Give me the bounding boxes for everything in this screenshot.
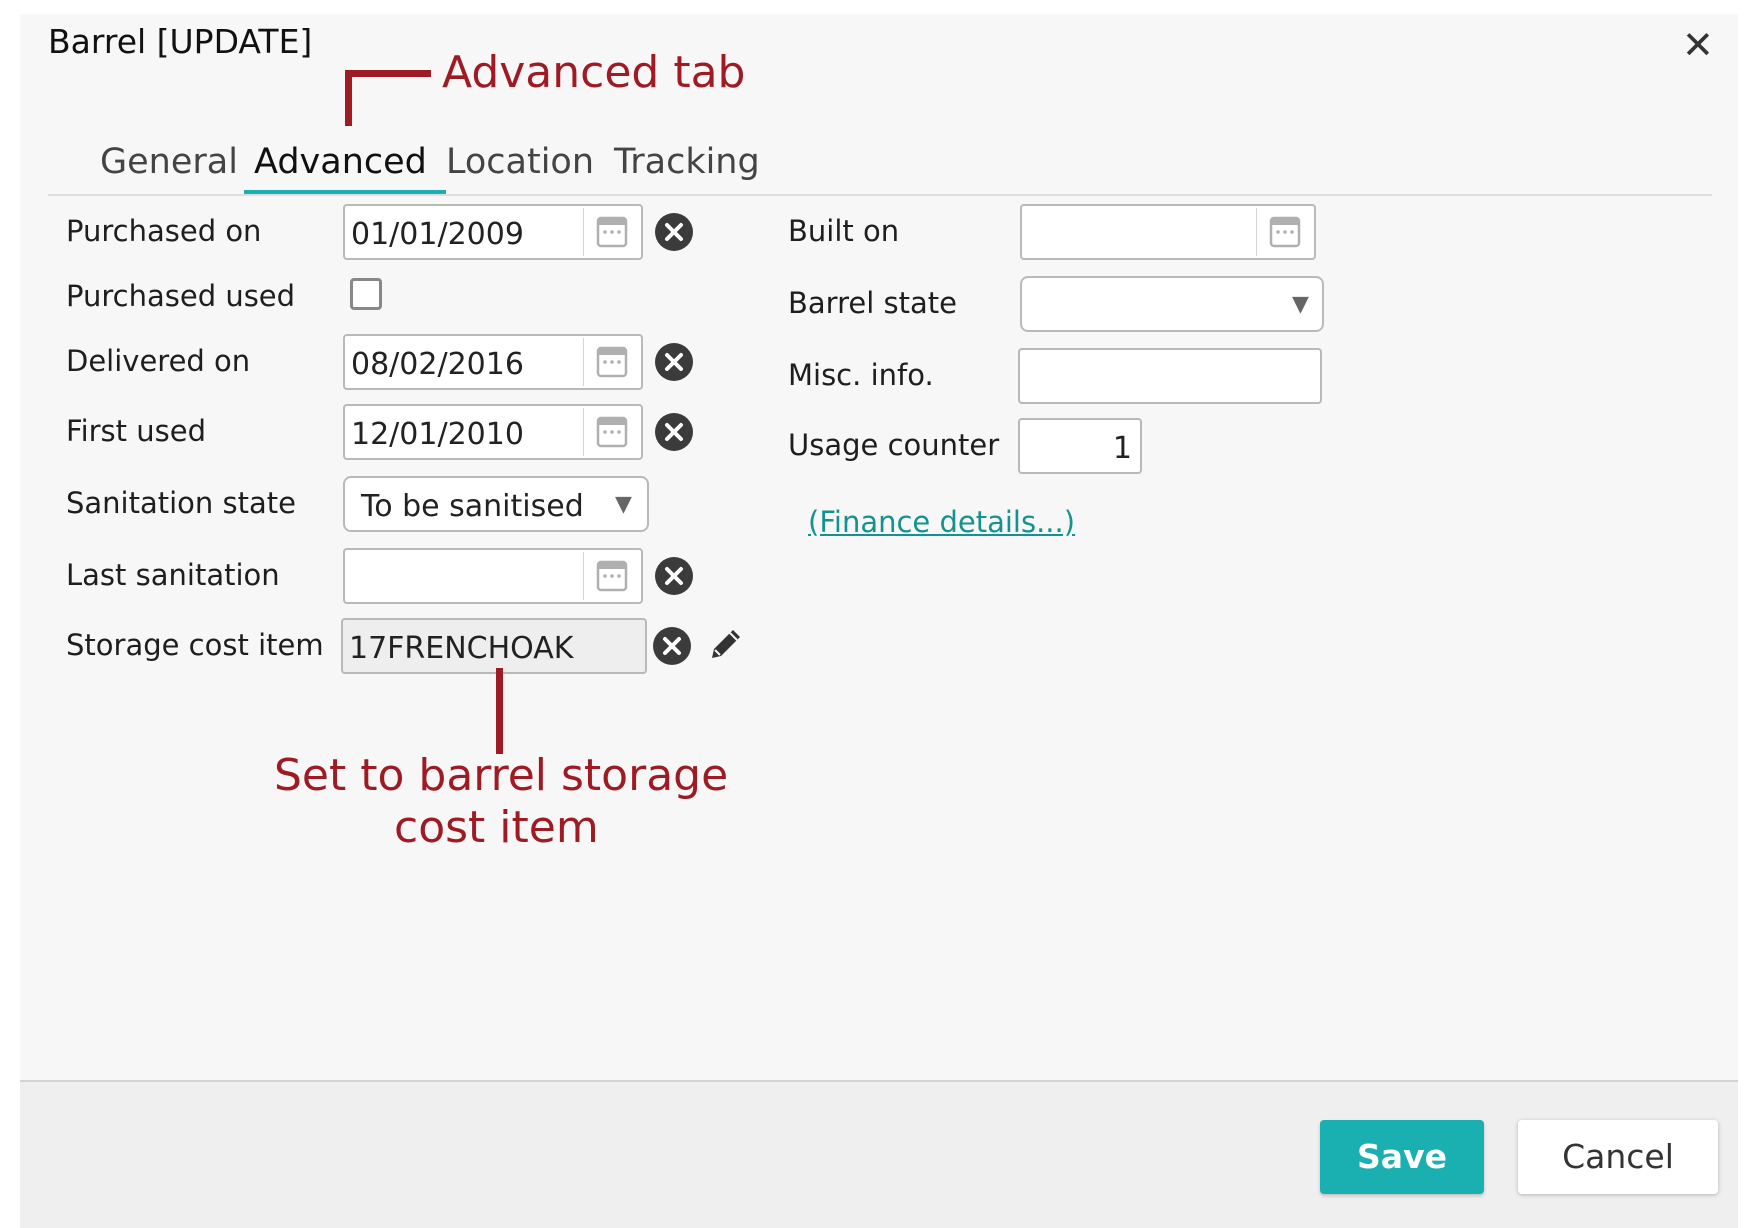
sanitation-state-label: Sanitation state	[66, 486, 296, 520]
storage-cost-item-field: 17FRENCHOAK	[341, 618, 647, 674]
calendar-icon[interactable]	[583, 552, 640, 600]
usage-counter-label: Usage counter	[788, 428, 1000, 462]
sanitation-state-select[interactable]: To be sanitised ▼	[343, 476, 649, 532]
usage-counter-value: 1	[1112, 431, 1132, 466]
save-button[interactable]: Save	[1320, 1120, 1484, 1194]
barrel-update-dialog: Barrel [UPDATE] ✕ General Advanced Locat…	[20, 14, 1738, 1228]
calendar-icon[interactable]	[583, 208, 640, 256]
purchased-used-label: Purchased used	[66, 279, 296, 313]
purchased-on-value: 01/01/2009	[351, 217, 524, 252]
usage-counter-field[interactable]: 1	[1018, 418, 1142, 474]
pencil-icon[interactable]	[706, 624, 746, 664]
tab-advanced[interactable]: Advanced	[254, 142, 427, 182]
built-on-field[interactable]	[1020, 204, 1316, 260]
delivered-on-value: 08/02/2016	[351, 347, 524, 382]
first-used-value: 12/01/2010	[351, 417, 524, 452]
first-used-field[interactable]: 12/01/2010	[343, 404, 643, 460]
tab-location[interactable]: Location	[446, 142, 594, 182]
cancel-button[interactable]: Cancel	[1518, 1120, 1718, 1194]
dropdown-arrow-icon: ▼	[1292, 292, 1309, 317]
barrel-state-select[interactable]: ▼	[1020, 276, 1324, 332]
first-used-label: First used	[66, 414, 206, 448]
finance-details-link[interactable]: (Finance details...)	[808, 505, 1075, 539]
clear-icon[interactable]	[654, 412, 694, 452]
annotation-storage-line1: Set to barrel storage	[274, 750, 729, 801]
misc-info-label: Misc. info.	[788, 358, 934, 392]
purchased-on-label: Purchased on	[66, 214, 262, 248]
annotation-advanced-tab: Advanced tab	[442, 47, 746, 98]
purchased-used-checkbox[interactable]	[350, 278, 382, 310]
misc-info-field[interactable]	[1018, 348, 1322, 404]
storage-cost-item-label: Storage cost item	[66, 628, 324, 662]
clear-icon[interactable]	[654, 212, 694, 252]
annotation-connector	[345, 70, 352, 126]
delivered-on-field[interactable]: 08/02/2016	[343, 334, 643, 390]
clear-icon[interactable]	[654, 342, 694, 382]
sanitation-state-value: To be sanitised	[361, 489, 584, 524]
active-tab-indicator	[244, 190, 446, 194]
annotation-connector	[345, 70, 431, 77]
purchased-on-field[interactable]: 01/01/2009	[343, 204, 643, 260]
calendar-icon[interactable]	[583, 338, 640, 386]
last-sanitation-label: Last sanitation	[66, 558, 280, 592]
tab-tracking[interactable]: Tracking	[614, 142, 760, 182]
clear-icon[interactable]	[652, 626, 692, 666]
clear-icon[interactable]	[654, 556, 694, 596]
storage-cost-item-value: 17FRENCHOAK	[349, 631, 574, 666]
annotation-storage-line2: cost item	[394, 802, 599, 853]
close-icon[interactable]: ✕	[1682, 26, 1714, 64]
calendar-icon[interactable]	[583, 408, 640, 456]
delivered-on-label: Delivered on	[66, 344, 251, 378]
dropdown-arrow-icon: ▼	[615, 492, 632, 517]
tab-bar: General Advanced Location Tracking	[48, 124, 1712, 196]
tab-general[interactable]: General	[100, 142, 238, 182]
annotation-connector	[496, 668, 503, 754]
calendar-icon[interactable]	[1256, 208, 1313, 256]
last-sanitation-field[interactable]	[343, 548, 643, 604]
dialog-title: Barrel [UPDATE]	[48, 22, 313, 61]
barrel-state-label: Barrel state	[788, 286, 957, 320]
built-on-label: Built on	[788, 214, 900, 248]
